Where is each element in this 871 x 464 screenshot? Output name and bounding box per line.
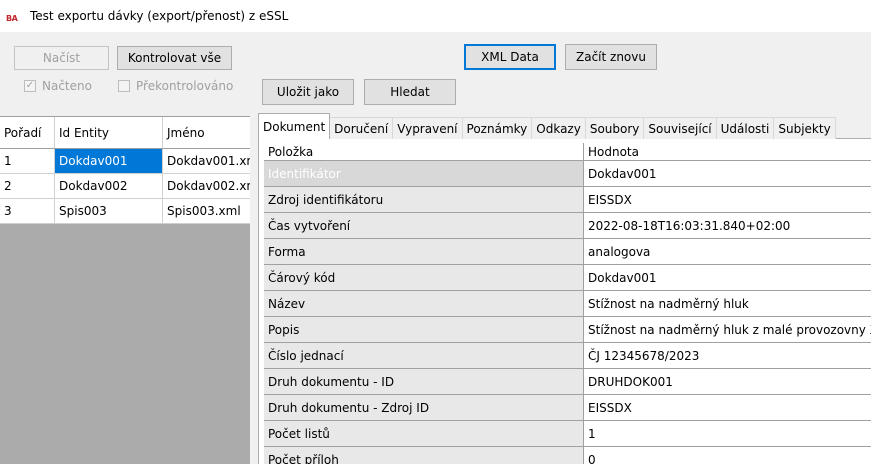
tab-strip: Dokument Doručení Vypravení Poznámky Odk… [258,113,836,139]
cell-order: 1 [0,149,55,173]
tab-dokument[interactable]: Dokument [258,113,331,139]
tab-doruceni[interactable]: Doručení [329,117,394,139]
column-header-name[interactable]: Jméno [163,117,250,148]
tab-soubory[interactable]: Soubory [584,117,645,139]
cell-id-selected[interactable]: Dokdav001 [55,149,163,173]
column-header-value[interactable]: Hodnota [584,143,871,160]
table-row[interactable]: 2 Dokdav002 Dokdav002.xml [0,174,250,199]
property-grid-header: Položka Hodnota [264,143,871,161]
cell-id[interactable]: Dokdav002 [55,174,163,198]
table-row[interactable]: Identifikátor Dokdav001 [264,161,871,187]
property-key: Číslo jednací [264,343,584,368]
property-key: Čárový kód [264,265,584,290]
checked-checkbox[interactable]: Překontrolováno [118,79,233,93]
xml-data-button[interactable]: XML Data [464,44,556,70]
checkmark-icon: ✓ [24,80,36,92]
load-button[interactable]: Načíst [14,46,109,70]
property-value[interactable]: EISSDX [584,395,871,420]
save-as-button[interactable]: Uložit jako [262,79,354,105]
property-key: Počet příloh [264,447,584,464]
loaded-checkbox[interactable]: ✓ Načteno [24,79,92,93]
tab-poznamky[interactable]: Poznámky [461,117,533,139]
checkbox-empty-icon [118,80,130,92]
table-row[interactable]: Forma analogova [264,239,871,265]
check-all-button[interactable]: Kontrolovat vše [117,46,232,70]
property-key: Identifikátor [264,161,584,186]
column-header-item[interactable]: Položka [264,143,584,160]
property-value[interactable]: EISSDX [584,187,871,212]
tab-odkazy[interactable]: Odkazy [531,117,586,139]
property-value[interactable]: Dokdav001 [584,265,871,290]
property-key: Druh dokumentu - Zdroj ID [264,395,584,420]
property-key: Počet listů [264,421,584,446]
table-row[interactable]: Čas vytvoření 2022-08-18T16:03:31.840+02… [264,213,871,239]
tab-subjekty[interactable]: Subjekty [773,117,836,139]
property-key: Název [264,291,584,316]
property-value[interactable]: 2022-08-18T16:03:31.840+02:00 [584,213,871,238]
tab-udalosti[interactable]: Události [715,117,775,139]
cell-order: 2 [0,174,55,198]
restart-button[interactable]: Začít znovu [565,44,657,70]
table-row[interactable]: Název Stížnost na nadměrný hluk [264,291,871,317]
property-value[interactable]: DRUHDOK001 [584,369,871,394]
entity-grid[interactable]: Pořadí Id Entity Jméno 1 Dokdav001 Dokda… [0,116,250,464]
table-row[interactable]: Počet příloh 0 [264,447,871,464]
cell-id[interactable]: Spis003 [55,199,163,223]
table-row[interactable]: Druh dokumentu - Zdroj ID EISSDX [264,395,871,421]
cell-name: Dokdav001.xml [167,154,250,168]
property-value[interactable]: ČJ 12345678/2023 [584,343,871,368]
table-row[interactable]: Popis Stížnost na nadměrný hluk z malé p… [264,317,871,343]
entity-grid-header: Pořadí Id Entity Jméno [0,117,250,149]
search-button[interactable]: Hledat [364,79,456,105]
property-value[interactable]: analogova [584,239,871,264]
table-row[interactable]: Čárový kód Dokdav001 [264,265,871,291]
property-key: Čas vytvoření [264,213,584,238]
table-row[interactable]: 3 Spis003 Spis003.xml [0,199,250,224]
property-key: Zdroj identifikátoru [264,187,584,212]
table-row[interactable]: Číslo jednací ČJ 12345678/2023 [264,343,871,369]
cell-order: 3 [0,199,55,223]
property-value[interactable]: 0 [584,447,871,464]
property-value[interactable]: Dokdav001 [584,161,871,186]
cell-name: Dokdav002.xml [167,179,250,193]
tab-vypraveni[interactable]: Vypravení [392,117,463,139]
table-row[interactable]: 1 Dokdav001 Dokdav001.xml [0,149,250,174]
table-row[interactable]: Zdroj identifikátoru EISSDX [264,187,871,213]
title-bar: ВА Test exportu dávky (export/přenost) z… [0,0,871,32]
window-title: Test exportu dávky (export/přenost) z eS… [30,9,289,23]
property-key: Popis [264,317,584,342]
property-grid[interactable]: Položka Hodnota Identifikátor Dokdav001 … [264,143,871,464]
property-value[interactable]: Stížnost na nadměrný hluk z malé provozo… [584,317,871,342]
property-key: Forma [264,239,584,264]
table-row[interactable]: Počet listů 1 [264,421,871,447]
tab-souvisejici[interactable]: Související [643,117,717,139]
property-value[interactable]: 1 [584,421,871,446]
property-key: Druh dokumentu - ID [264,369,584,394]
column-header-order[interactable]: Pořadí [0,117,55,148]
app-icon: ВА [6,14,18,23]
column-header-id[interactable]: Id Entity [55,117,163,148]
cell-name: Spis003.xml [167,204,241,218]
property-value[interactable]: Stížnost na nadměrný hluk [584,291,871,316]
table-row[interactable]: Druh dokumentu - ID DRUHDOK001 [264,369,871,395]
